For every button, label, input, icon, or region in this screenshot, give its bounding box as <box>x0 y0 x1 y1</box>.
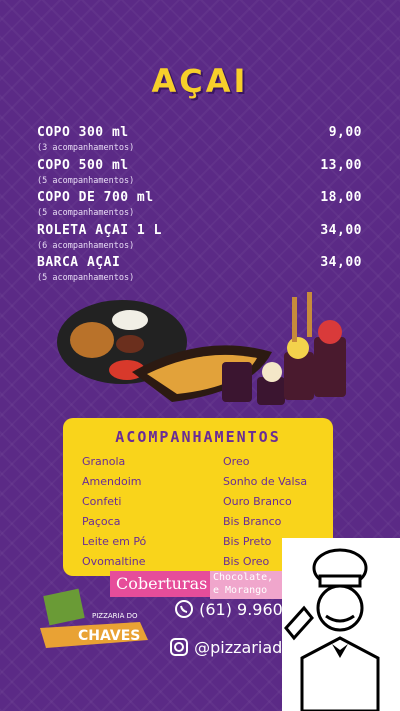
topping-item: Bis Branco <box>223 515 282 528</box>
topping-item: Sonho de Valsa <box>223 475 308 488</box>
item-name: COPO DE 700 ml <box>37 190 154 205</box>
item-note: (5 acompanhamentos) <box>37 273 135 283</box>
menu-item: COPO 500 ml 13,00 (5 acompanhamentos) <box>37 158 362 191</box>
phone-line: (61) 9.960 <box>174 599 283 619</box>
phone-number: (61) 9.960 <box>199 600 283 619</box>
acai-cup <box>222 362 252 402</box>
item-price: 13,00 <box>320 157 362 173</box>
granola-bowl <box>70 322 114 358</box>
item-note: (5 acompanhamentos) <box>37 175 135 186</box>
wafer-stick <box>307 292 312 337</box>
logo-text-top: PIZZARIA DO <box>92 612 138 620</box>
item-price: 18,00 <box>320 190 362 205</box>
wafer-stick <box>292 297 297 342</box>
acai-cup <box>314 337 346 397</box>
menu-item: ROLETA AÇAI 1 L 34,00 (6 acompanhamentos… <box>37 223 362 256</box>
chef-head <box>316 584 364 632</box>
topping-item: Granola <box>82 455 126 468</box>
pizzaria-logo: PIZZARIA DO CHAVES <box>40 588 148 648</box>
item-price: 34,00 <box>320 255 362 270</box>
menu-item: COPO DE 700 ml 18,00 (5 acompanhamentos) <box>37 190 362 223</box>
topping-item: Ouro Branco <box>223 495 292 508</box>
item-price: 9,00 <box>328 125 362 140</box>
item-price: 34,00 <box>320 222 362 238</box>
item-name: COPO 300 ml <box>37 125 129 140</box>
strawberry-topping <box>318 320 342 344</box>
item-name: BARCA AÇAI <box>37 255 121 270</box>
page-title: AÇAI <box>151 62 249 100</box>
acai-cup <box>284 352 314 400</box>
item-name: ROLETA AÇAI 1 L <box>37 222 162 238</box>
cream-bowl <box>112 310 148 330</box>
item-note: (3 acompanhamentos) <box>37 143 135 153</box>
logo-text-main: CHAVES <box>78 628 140 644</box>
instagram-icon <box>170 638 188 656</box>
menu-item: COPO 300 ml 9,00 (3 acompanhamentos) <box>37 125 362 158</box>
topping-item: Leite em Pó <box>82 535 147 548</box>
panel-title: ACOMPANHAMENTOS <box>115 428 281 446</box>
price-list: COPO 300 ml 9,00 (3 acompanhamentos) COP… <box>37 125 362 288</box>
topping-item: Confeti <box>82 495 122 508</box>
menu-item: BARCA AÇAI 34,00 (5 acompanhamentos) <box>37 255 362 288</box>
item-note: (6 acompanhamentos) <box>37 240 135 251</box>
topping-item: Amendoim <box>82 475 142 488</box>
left-column: Granola Amendoim Confeti Paçoca Leite em… <box>82 452 146 572</box>
cream-topping <box>287 337 309 359</box>
acai-food-illustration <box>57 292 346 405</box>
cream-topping <box>262 362 282 382</box>
topping-item: Paçoca <box>82 515 121 528</box>
item-name: COPO 500 ml <box>37 157 129 173</box>
item-note: (5 acompanhamentos) <box>37 208 135 218</box>
chef-illustration <box>282 538 400 711</box>
whatsapp-icon <box>175 600 193 618</box>
chocolate-bowl <box>116 335 144 353</box>
topping-item: Ovomaltine <box>82 555 146 568</box>
topping-item: Oreo <box>223 455 250 468</box>
logo-hat <box>43 588 85 626</box>
